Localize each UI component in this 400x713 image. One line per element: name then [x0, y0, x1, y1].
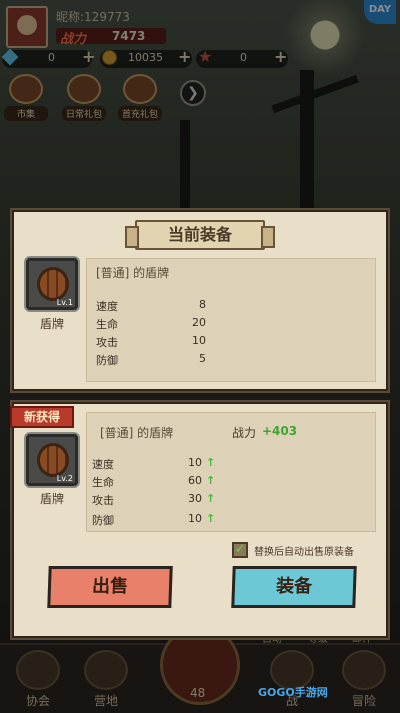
current-stat-defense-value: 5: [199, 352, 206, 365]
new-stat-speed-value: 10: [188, 456, 202, 469]
auto-sell-checkbox[interactable]: ✓: [232, 542, 248, 558]
new-equipment-name: [普通] 的盾牌: [100, 426, 174, 440]
new-equipment-slot[interactable]: Lv.2: [26, 434, 78, 486]
new-power-label: 战力: [232, 426, 257, 440]
current-stat-speed-value: 8: [199, 298, 206, 311]
new-stat-attack-value: 30: [188, 492, 202, 505]
current-stat-attack-label: 攻击: [96, 336, 118, 349]
shield-icon: [37, 443, 69, 477]
new-slot-name: 盾牌: [39, 492, 64, 506]
current-stat-hp-label: 生命: [96, 318, 118, 331]
new-stat-speed-label: 速度: [92, 458, 114, 471]
shield-icon: [37, 267, 69, 301]
up-arrow-icon: ↑: [206, 456, 216, 469]
new-stat-hp-label: 生命: [92, 476, 114, 489]
new-power-delta: +403: [262, 424, 298, 438]
site-watermark: GOGO手游网: [258, 686, 328, 699]
new-stat-defense-label: 防御: [92, 514, 114, 527]
new-stat-defense-value: 10: [188, 512, 202, 525]
current-equipment-slot[interactable]: Lv.1: [26, 258, 78, 310]
up-arrow-icon: ↑: [206, 512, 216, 525]
new-slot-level: Lv.2: [56, 474, 73, 483]
up-arrow-icon: ↑: [206, 492, 216, 505]
current-equipment-title: 当前装备: [125, 220, 275, 250]
current-slot-name: 盾牌: [39, 317, 64, 331]
equip-button[interactable]: 装备: [231, 566, 357, 608]
new-stat-hp-value: 60: [188, 474, 202, 487]
current-slot-level: Lv.1: [56, 298, 73, 307]
new-stat-attack-label: 攻击: [92, 494, 114, 507]
current-equipment-name: [普通] 的盾牌: [96, 266, 170, 280]
new-acquired-tag: 新获得: [10, 406, 74, 428]
up-arrow-icon: ↑: [206, 474, 216, 487]
current-stat-hp-value: 20: [192, 316, 206, 329]
sell-button[interactable]: 出售: [47, 566, 173, 608]
current-stat-speed-label: 速度: [96, 300, 118, 313]
current-stat-attack-value: 10: [192, 334, 206, 347]
auto-sell-label[interactable]: 替换后自动出售原装备: [254, 543, 354, 558]
current-stat-defense-label: 防御: [96, 354, 118, 367]
